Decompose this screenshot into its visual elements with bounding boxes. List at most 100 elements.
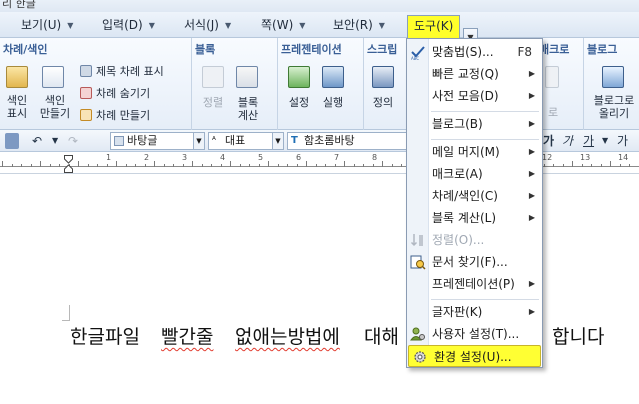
chevron-down-icon[interactable]: ▼ [602, 133, 608, 149]
strikethrough-button[interactable]: 가 [617, 133, 628, 149]
script-define-label[interactable]: 정의 [368, 96, 398, 109]
ruler-number: 7 [334, 153, 340, 162]
ruler-tick [230, 161, 231, 167]
presentation-settings-icon[interactable] [288, 66, 310, 88]
menu-item-presentation[interactable]: 프레젠테이션(P) ▶ [407, 273, 542, 295]
menu-item-spell-check[interactable]: ABC 맞춤법(S)... F8 [407, 41, 542, 63]
index-show-icon[interactable] [6, 66, 28, 88]
indent-marker-icon[interactable] [64, 155, 73, 173]
title-toc-button[interactable]: 제목 차례 표시 [80, 64, 164, 80]
doc-text-word-1: 한글파일 [70, 326, 140, 348]
menu-item-blog-label: 블로그(B) [432, 117, 483, 131]
menu-item-spell-check-shortcut: F8 [517, 45, 532, 59]
macro-label: 로 [547, 106, 559, 119]
make-toc-button[interactable]: 차례 만들기 [80, 108, 150, 124]
ruler-tick [87, 164, 89, 167]
index-make-label[interactable]: 색인 만들기 [36, 94, 74, 120]
make-toc-icon [80, 109, 92, 121]
ruler-tick [325, 164, 326, 167]
menu-page-label: 쪽(W) [261, 18, 294, 32]
ruler-tick [220, 164, 222, 167]
ribbon-group-block: 블록 정렬 블록 계산 [192, 38, 278, 130]
toc-icon [80, 65, 92, 77]
menu-item-keyboard[interactable]: 글자판(K) ▶ [407, 301, 542, 323]
chevron-down-icon: ▼ [67, 21, 74, 30]
ruler-tick [372, 164, 374, 167]
menu-item-toc-index[interactable]: 차례/색인(C) ▶ [407, 185, 542, 207]
ruler-tick [543, 164, 545, 167]
menu-security[interactable]: 보안(R) ▼ [330, 15, 388, 35]
menu-security-label: 보안(R) [333, 18, 373, 32]
ruler-tick [144, 164, 146, 167]
index-show-label[interactable]: 색인 표시 [4, 94, 30, 120]
blog-upload-icon[interactable] [602, 66, 624, 88]
menu-item-block-calc[interactable]: 블록 계산(L) ▶ [407, 207, 542, 229]
ruler-number: 12 [542, 153, 553, 162]
ruler-tick [59, 164, 60, 167]
ruler-tick [2, 161, 3, 167]
menu-format[interactable]: 서식(J) ▼ [181, 15, 234, 35]
chevron-down-icon: ▼ [299, 21, 306, 30]
doc-text-word-3: 없애는방법에 [235, 326, 340, 348]
chevron-down-icon: ▼ [272, 133, 283, 149]
hide-toc-button[interactable]: 차례 숨기기 [80, 86, 150, 102]
style-select[interactable]: 바탕글 ▼ [110, 132, 205, 150]
document-area[interactable]: 한글파일 빨간줄 없애는방법에 대해 합니다 [0, 175, 639, 404]
menu-item-dictionary[interactable]: 사전 모음(D) ▶ [407, 85, 542, 107]
presentation-run-icon[interactable] [322, 66, 344, 88]
menu-separator [431, 299, 539, 300]
presentation-settings-label[interactable]: 설정 [284, 96, 314, 109]
ruler-tick [401, 164, 402, 167]
menu-item-toc-index-label: 차례/색인(C) [432, 189, 498, 203]
block-calc-icon[interactable] [236, 66, 258, 88]
menu-item-preferences-label: 환경 설정(U)... [434, 350, 512, 364]
menu-page[interactable]: 쪽(W) ▼ [258, 15, 308, 35]
italic-button[interactable]: 가 [562, 133, 573, 149]
ruler-tick [277, 164, 279, 167]
index-make-icon[interactable] [42, 66, 64, 88]
submenu-arrow-icon: ▶ [528, 91, 535, 100]
chevron-down-icon[interactable]: ▼ [52, 133, 58, 149]
font-value: 함초롬바탕 [304, 134, 355, 147]
ruler-tick [173, 164, 174, 167]
window-title: 리 한글 [2, 0, 36, 10]
script-define-icon[interactable] [372, 66, 394, 88]
menu-item-sort-label: 정렬(O)... [432, 233, 485, 247]
menu-item-find-document[interactable]: 문서 찾기(F)... [407, 251, 542, 273]
ruler-number: 2 [144, 153, 150, 162]
save-icon[interactable] [5, 133, 19, 149]
language-select[interactable]: ᴬ 대표 ▼ [208, 132, 284, 150]
block-calc-label[interactable]: 블록 계산 [230, 96, 266, 122]
horizontal-ruler[interactable]: 1 2 3 4 5 6 7 8 12 13 14 [0, 152, 639, 174]
presentation-run-label[interactable]: 실행 [318, 96, 348, 109]
spell-check-icon: ABC [411, 46, 425, 60]
menu-item-find-document-label: 문서 찾기(F)... [432, 255, 508, 269]
language-value: 대표 [225, 134, 246, 147]
font-select[interactable]: T 함초롬바탕 [287, 132, 407, 150]
underline-button[interactable]: 가 [583, 133, 594, 149]
ruler-tick [49, 164, 51, 167]
menu-item-dictionary-label: 사전 모음(D) [432, 89, 499, 103]
menu-view[interactable]: 보기(U) ▼ [18, 15, 76, 35]
ribbon-group-toc-title: 차례/색인 [3, 43, 48, 56]
menu-separator [431, 111, 539, 112]
menu-insert[interactable]: 입력(D) ▼ [99, 15, 158, 35]
menu-item-user-settings[interactable]: 사용자 설정(T)... [407, 323, 542, 345]
ruler-tick [572, 161, 573, 167]
ribbon-group-block-title: 블록 [195, 43, 216, 56]
menu-tools[interactable]: 도구(K) [407, 15, 461, 38]
ruler-number: 1 [106, 153, 112, 162]
undo-icon[interactable]: ↶ [32, 133, 42, 149]
submenu-arrow-icon: ▶ [528, 191, 535, 200]
menu-item-mail-merge[interactable]: 메일 머지(M) ▶ [407, 141, 542, 163]
truetype-font-icon: T [291, 135, 298, 146]
ruler-tick [163, 164, 165, 167]
menu-item-blog[interactable]: 블로그(B) ▶ [407, 113, 542, 135]
menu-item-quick-correct[interactable]: 빠른 교정(Q) ▶ [407, 63, 542, 85]
ruler-tick [610, 161, 611, 167]
bold-button[interactable]: 가 [543, 133, 554, 149]
blog-upload-label[interactable]: 블로그로 올리기 [588, 94, 639, 120]
menu-item-macro[interactable]: 매크로(A) ▶ [407, 163, 542, 185]
ribbon-group-blog-title: 블로그 [587, 43, 618, 56]
menu-item-preferences[interactable]: 환경 설정(U)... [408, 345, 541, 367]
